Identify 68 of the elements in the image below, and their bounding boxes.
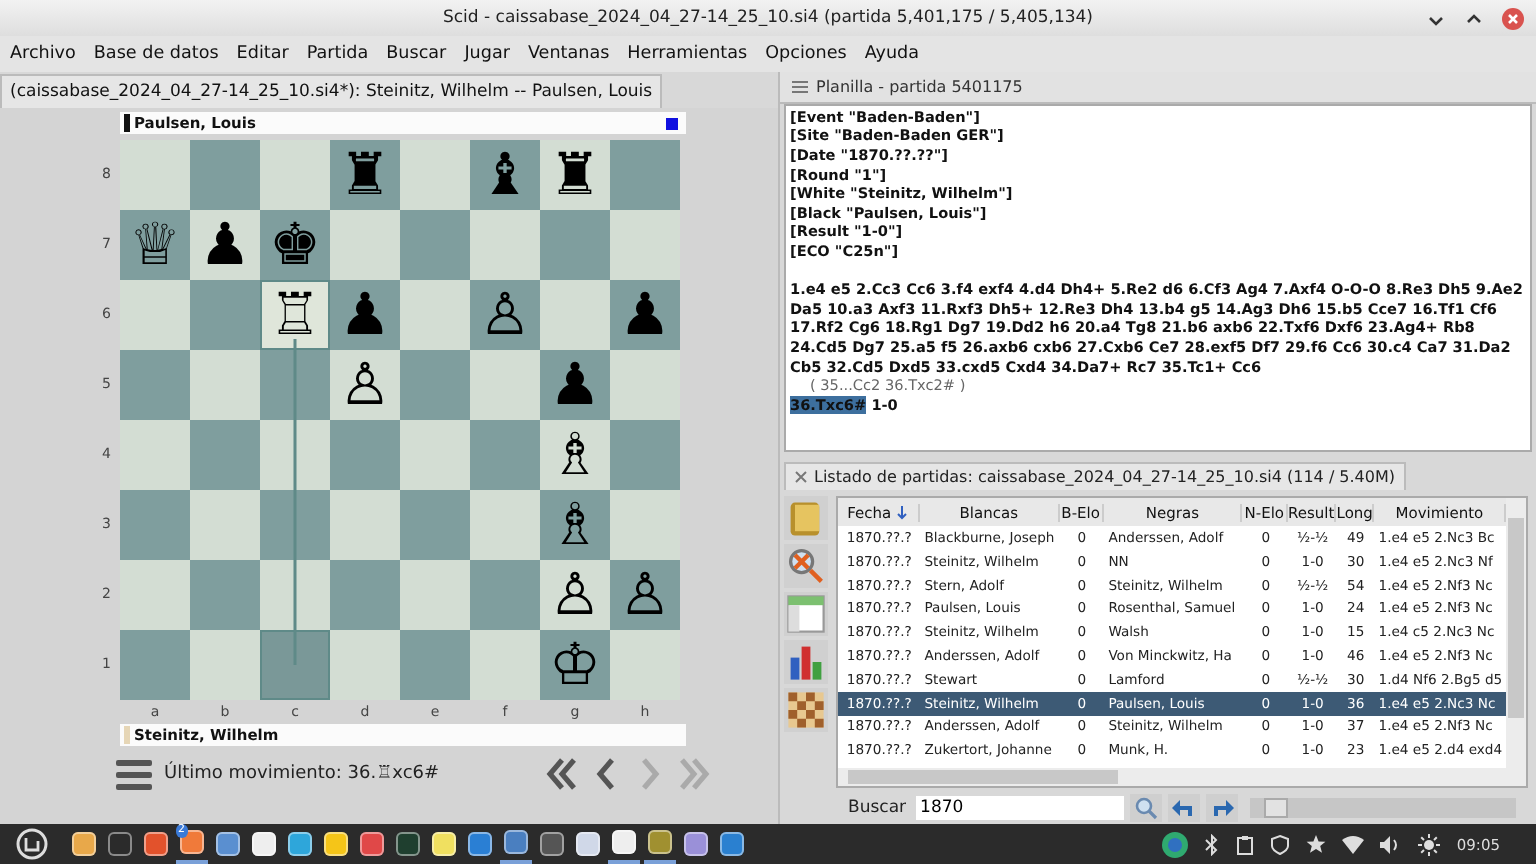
app-icon[interactable] <box>540 832 564 856</box>
last-chevron-icon <box>674 754 714 794</box>
menu-icon[interactable] <box>116 758 152 790</box>
search-field[interactable]: 1870 <box>916 796 1125 821</box>
search-icon[interactable] <box>784 544 828 589</box>
shield-icon[interactable] <box>1270 833 1291 855</box>
app-icon[interactable] <box>576 832 600 856</box>
app-icon[interactable] <box>648 830 672 854</box>
menu-item[interactable]: Ventanas <box>527 44 610 64</box>
board-square[interactable] <box>260 350 330 420</box>
bluetooth-icon[interactable] <box>1204 833 1221 855</box>
menu-item[interactable]: Editar <box>236 44 289 64</box>
scrollbar-thumb[interactable] <box>848 770 1118 785</box>
brightness-icon[interactable] <box>1418 833 1441 855</box>
star-icon[interactable] <box>1306 834 1327 854</box>
chessboard-icon[interactable] <box>784 688 828 733</box>
panel-title: Planilla - partida 5401175 <box>816 77 1023 96</box>
app-icon[interactable] <box>144 832 168 856</box>
menu-item[interactable]: Ayuda <box>864 44 920 64</box>
close-icon[interactable] <box>794 470 808 485</box>
menu-item[interactable]: Base de datos <box>93 44 219 64</box>
app-icon[interactable] <box>324 832 348 856</box>
app-icon[interactable] <box>360 832 384 856</box>
game-list-tab[interactable]: Listado de partidas: caissabase_2024_04_27-14_25_10.si4 (114 / 5.40M) <box>784 462 1406 491</box>
menu-item[interactable]: Partida <box>306 44 369 64</box>
window-title: Scid - caissabase_2024_04_27-14_25_10.si4 (partida 5,401,175 / 5,405,134) <box>442 8 1094 28</box>
app-icon[interactable] <box>504 830 528 854</box>
board-square[interactable] <box>260 560 330 630</box>
board-square[interactable] <box>260 490 330 560</box>
menu-item[interactable]: Archivo <box>10 44 76 64</box>
volume-icon[interactable] <box>1380 835 1403 853</box>
close-icon[interactable] <box>1502 8 1524 30</box>
menu-item[interactable]: Jugar <box>464 44 510 64</box>
side-marker-icon <box>124 114 130 132</box>
board-square[interactable] <box>260 420 330 490</box>
start-menu-icon[interactable] <box>16 828 48 860</box>
app-icon[interactable] <box>252 832 276 856</box>
game-slider[interactable] <box>1250 798 1516 819</box>
sort-icon <box>895 505 910 520</box>
app-icon[interactable] <box>432 832 456 856</box>
slider-thumb[interactable] <box>1263 798 1288 819</box>
search-icon[interactable] <box>1130 794 1163 823</box>
menu-item[interactable]: Buscar <box>386 44 447 64</box>
last-move-text: Último movimiento: 36.♖xc6# <box>164 764 442 784</box>
turn-marker-icon <box>666 117 678 129</box>
search-label: Buscar <box>848 798 907 819</box>
scrollbar-thumb[interactable] <box>1508 518 1524 719</box>
app-icon[interactable] <box>612 830 636 854</box>
layout-icon[interactable] <box>784 592 828 637</box>
bar-chart-icon[interactable] <box>784 640 828 685</box>
app-icon[interactable] <box>180 830 204 854</box>
book-icon[interactable] <box>784 496 828 541</box>
app-icon[interactable] <box>288 832 312 856</box>
clipboard-icon[interactable] <box>1236 833 1255 855</box>
app-icon[interactable] <box>468 832 492 856</box>
menu-item[interactable]: Opciones <box>765 44 847 64</box>
app-icon[interactable] <box>216 832 240 856</box>
board-square[interactable] <box>260 630 330 700</box>
menu-item[interactable]: Herramientas <box>627 44 748 64</box>
menu-icon[interactable] <box>792 79 808 94</box>
first-chevron-icon <box>542 754 582 794</box>
app-icon[interactable] <box>684 832 708 856</box>
wifi-icon[interactable] <box>1342 835 1365 853</box>
sync-icon[interactable] <box>1162 831 1189 857</box>
side-marker-icon <box>124 726 130 744</box>
app-icon[interactable] <box>72 832 96 856</box>
board-tab[interactable]: (caissabase_2024_04_27-14_25_10.si4*): Steinitz, Wilhelm -- Paulsen, Louis <box>0 74 663 108</box>
app-icon[interactable] <box>720 832 744 856</box>
